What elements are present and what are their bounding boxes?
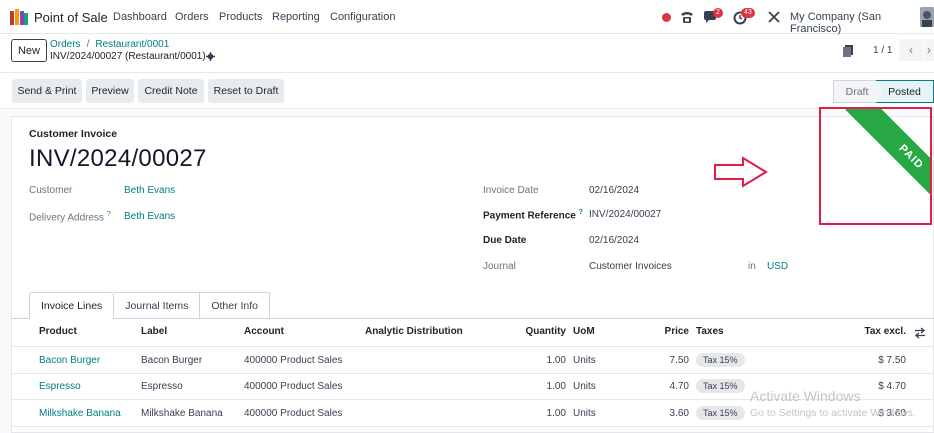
row-uom[interactable]: Units [573, 355, 596, 366]
row-divider [11, 373, 934, 374]
row-account[interactable]: 400000 Product Sales [244, 408, 342, 419]
tax-badge[interactable]: Tax 15% [696, 353, 745, 367]
row-label[interactable]: Espresso [141, 381, 183, 392]
row-product[interactable]: Bacon Burger [39, 355, 100, 366]
row-account[interactable]: 400000 Product Sales [244, 355, 342, 366]
breadcrumb-orders[interactable]: Orders [50, 39, 81, 50]
delivery-address-label: Delivery Address ? [29, 211, 111, 223]
messages-badge: 2 [713, 8, 723, 18]
help-icon[interactable]: ? [107, 211, 111, 218]
invoice-number: INV/2024/00027 [29, 145, 207, 172]
delivery-address-label-text: Delivery Address [29, 212, 105, 224]
tax-badge[interactable]: Tax 15% [696, 406, 745, 420]
tax-badge[interactable]: Tax 15% [696, 379, 745, 393]
journal-field[interactable]: Customer Invoices [589, 261, 672, 272]
row-account[interactable]: 400000 Product Sales [244, 381, 342, 392]
activation-watermark-subtitle: Go to Settings to activate Windows. [750, 407, 916, 419]
column-header-quantity[interactable]: Quantity [525, 326, 566, 337]
column-header-tax-excl[interactable]: Tax excl. [864, 326, 906, 337]
row-label[interactable]: Bacon Burger [141, 355, 202, 366]
record-title: INV/2024/00027 (Restaurant/0001) [50, 51, 206, 62]
breadcrumb-restaurant[interactable]: Restaurant/0001 [95, 39, 169, 50]
preview-button[interactable]: Preview [86, 79, 134, 103]
help-icon[interactable]: ? [579, 209, 583, 216]
tab-other-info[interactable]: Other Info [200, 292, 271, 319]
menu-reporting[interactable]: Reporting [272, 11, 320, 23]
journal-label: Journal [483, 261, 516, 272]
column-header-price[interactable]: Price [665, 326, 689, 337]
journal-in-label: in [748, 261, 756, 272]
highlight-box [819, 107, 932, 225]
column-header-product[interactable]: Product [39, 326, 77, 337]
stage-posted[interactable]: Posted [875, 80, 934, 104]
tab-invoice-lines[interactable]: Invoice Lines [29, 292, 115, 319]
customer-value[interactable]: Beth Evans [124, 185, 175, 196]
row-product[interactable]: Espresso [39, 381, 81, 392]
pager-next-button[interactable]: › [924, 39, 934, 61]
tab-journal-items[interactable]: Journal Items [114, 292, 201, 319]
credit-note-button[interactable]: Credit Note [138, 79, 204, 103]
payment-reference-label-text: Payment Reference [483, 210, 576, 222]
row-price[interactable]: 4.70 [670, 381, 689, 392]
row-uom[interactable]: Units [573, 381, 596, 392]
arrow-right-icon [714, 156, 768, 188]
stage-draft[interactable]: Draft [833, 80, 881, 103]
column-header-analytic[interactable]: Analytic Distribution [365, 326, 463, 337]
pager-previous-button[interactable]: ‹ [899, 39, 923, 61]
menu-configuration[interactable]: Configuration [330, 11, 395, 23]
company-switcher[interactable]: My Company (San Francisco) [790, 11, 934, 35]
row-quantity[interactable]: 1.00 [547, 408, 566, 419]
row-divider [11, 346, 934, 347]
row-label[interactable]: Milkshake Banana [141, 408, 223, 419]
new-button[interactable]: New [11, 39, 47, 62]
reset-to-draft-button[interactable]: Reset to Draft [208, 79, 284, 103]
invoice-date-label: Invoice Date [483, 185, 539, 196]
row-product[interactable]: Milkshake Banana [39, 408, 121, 419]
row-subtotal: $ 4.70 [878, 381, 906, 392]
column-settings-icon[interactable] [914, 327, 926, 339]
menu-products[interactable]: Products [219, 11, 262, 23]
column-header-account[interactable]: Account [244, 326, 284, 337]
row-price[interactable]: 7.50 [670, 355, 689, 366]
row-subtotal: $ 7.50 [878, 355, 906, 366]
notebook-tabs: Invoice Lines Journal Items Other Info [29, 292, 271, 319]
menu-orders[interactable]: Orders [175, 11, 209, 23]
document-type: Customer Invoice [29, 128, 118, 140]
payment-reference-label: Payment Reference ? [483, 209, 583, 221]
due-date-field[interactable]: 02/16/2024 [589, 235, 639, 246]
row-quantity[interactable]: 1.00 [547, 355, 566, 366]
due-date-label: Due Date [483, 235, 527, 246]
chevron-right-icon: › [927, 43, 931, 57]
column-header-uom[interactable]: UoM [573, 326, 595, 337]
top-navbar: Point of Sale Dashboard Orders Products … [0, 0, 934, 35]
invoice-date-field[interactable]: 02/16/2024 [589, 185, 639, 196]
column-header-label[interactable]: Label [141, 326, 167, 337]
status-dot-icon[interactable] [662, 13, 671, 22]
app-name[interactable]: Point of Sale [34, 10, 108, 25]
activities-badge: 43 [741, 8, 755, 18]
payment-reference-field[interactable]: INV/2024/00027 [589, 209, 661, 220]
send-print-button[interactable]: Send & Print [12, 79, 82, 103]
menu-dashboard[interactable]: Dashboard [113, 11, 167, 23]
activation-watermark-title: Activate Windows [750, 388, 861, 404]
chevron-left-icon: ‹ [909, 43, 913, 57]
pos-app-icon[interactable] [10, 9, 28, 25]
row-quantity[interactable]: 1.00 [547, 381, 566, 392]
row-uom[interactable]: Units [573, 408, 596, 419]
delivery-address-value[interactable]: Beth Evans [124, 211, 175, 222]
breadcrumb-separator: / [86, 39, 90, 50]
phone-icon[interactable] [679, 9, 695, 25]
row-divider [11, 426, 934, 427]
tools-icon[interactable] [766, 9, 782, 25]
breadcrumb: Orders / Restaurant/0001 [50, 39, 169, 50]
documents-icon[interactable] [843, 45, 853, 57]
customer-label: Customer [29, 185, 73, 196]
currency-field[interactable]: USD [767, 261, 788, 272]
gear-icon[interactable] [206, 52, 215, 61]
column-header-taxes[interactable]: Taxes [696, 326, 724, 337]
row-price[interactable]: 3.60 [670, 408, 689, 419]
pager-value[interactable]: 1 / 1 [873, 45, 892, 56]
user-avatar[interactable] [920, 7, 934, 27]
